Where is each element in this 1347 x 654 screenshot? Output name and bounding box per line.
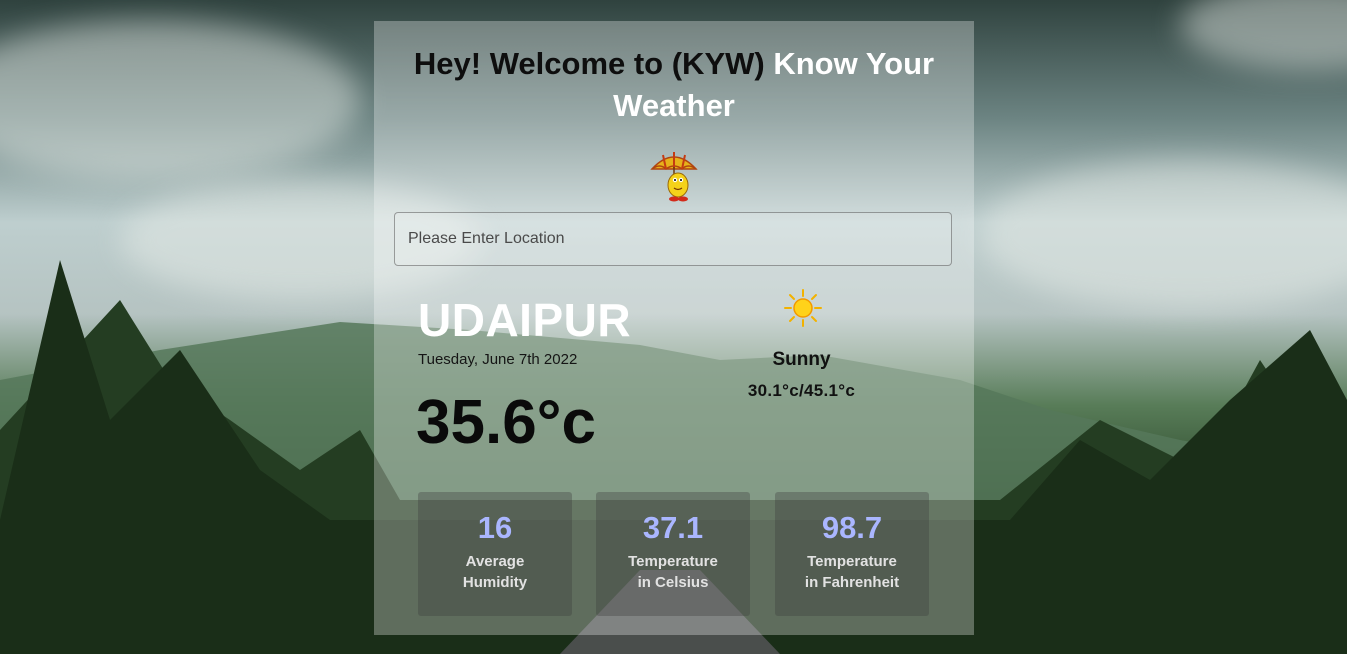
stat-label-line: in Fahrenheit — [804, 574, 900, 591]
stat-label-line: Temperature — [807, 553, 897, 570]
current-date: Tuesday, June 7th 2022 — [418, 351, 578, 368]
stat-card-fahrenheit: 98.7 Temperature in Fahrenheit — [775, 492, 929, 616]
current-temperature: 35.6°c — [416, 388, 596, 457]
stat-card-celsius: 37.1 Temperature in Celsius — [596, 492, 750, 616]
page-title: Hey! Welcome to (KYW) Know Your Weather — [374, 43, 974, 127]
min-max-temperature: 30.1°c/45.1°c — [747, 381, 856, 400]
stat-label-line: Humidity — [462, 574, 528, 591]
umbrella-mascot-icon — [650, 152, 698, 202]
stat-label-line: Average — [465, 553, 525, 570]
stat-label: Temperature in Celsius — [596, 551, 750, 593]
city-name: UDAIPUR — [418, 294, 632, 346]
sun-icon — [784, 289, 822, 327]
title-welcome: Hey! Welcome to (KYW) — [413, 46, 765, 81]
stat-value: 98.7 — [821, 510, 883, 545]
location-search-input[interactable] — [394, 212, 952, 266]
stat-label: Temperature in Fahrenheit — [775, 551, 929, 593]
stat-label-line: in Celsius — [637, 574, 709, 591]
weather-condition: Sunny — [772, 349, 831, 370]
weather-card: Hey! Welcome to (KYW) Know Your Weather … — [374, 21, 974, 635]
stat-value: 37.1 — [642, 510, 704, 545]
stat-card-humidity: 16 Average Humidity — [418, 492, 572, 616]
stat-value: 16 — [477, 510, 513, 545]
stat-label: Average Humidity — [418, 551, 572, 593]
stat-label-line: Temperature — [628, 553, 718, 570]
